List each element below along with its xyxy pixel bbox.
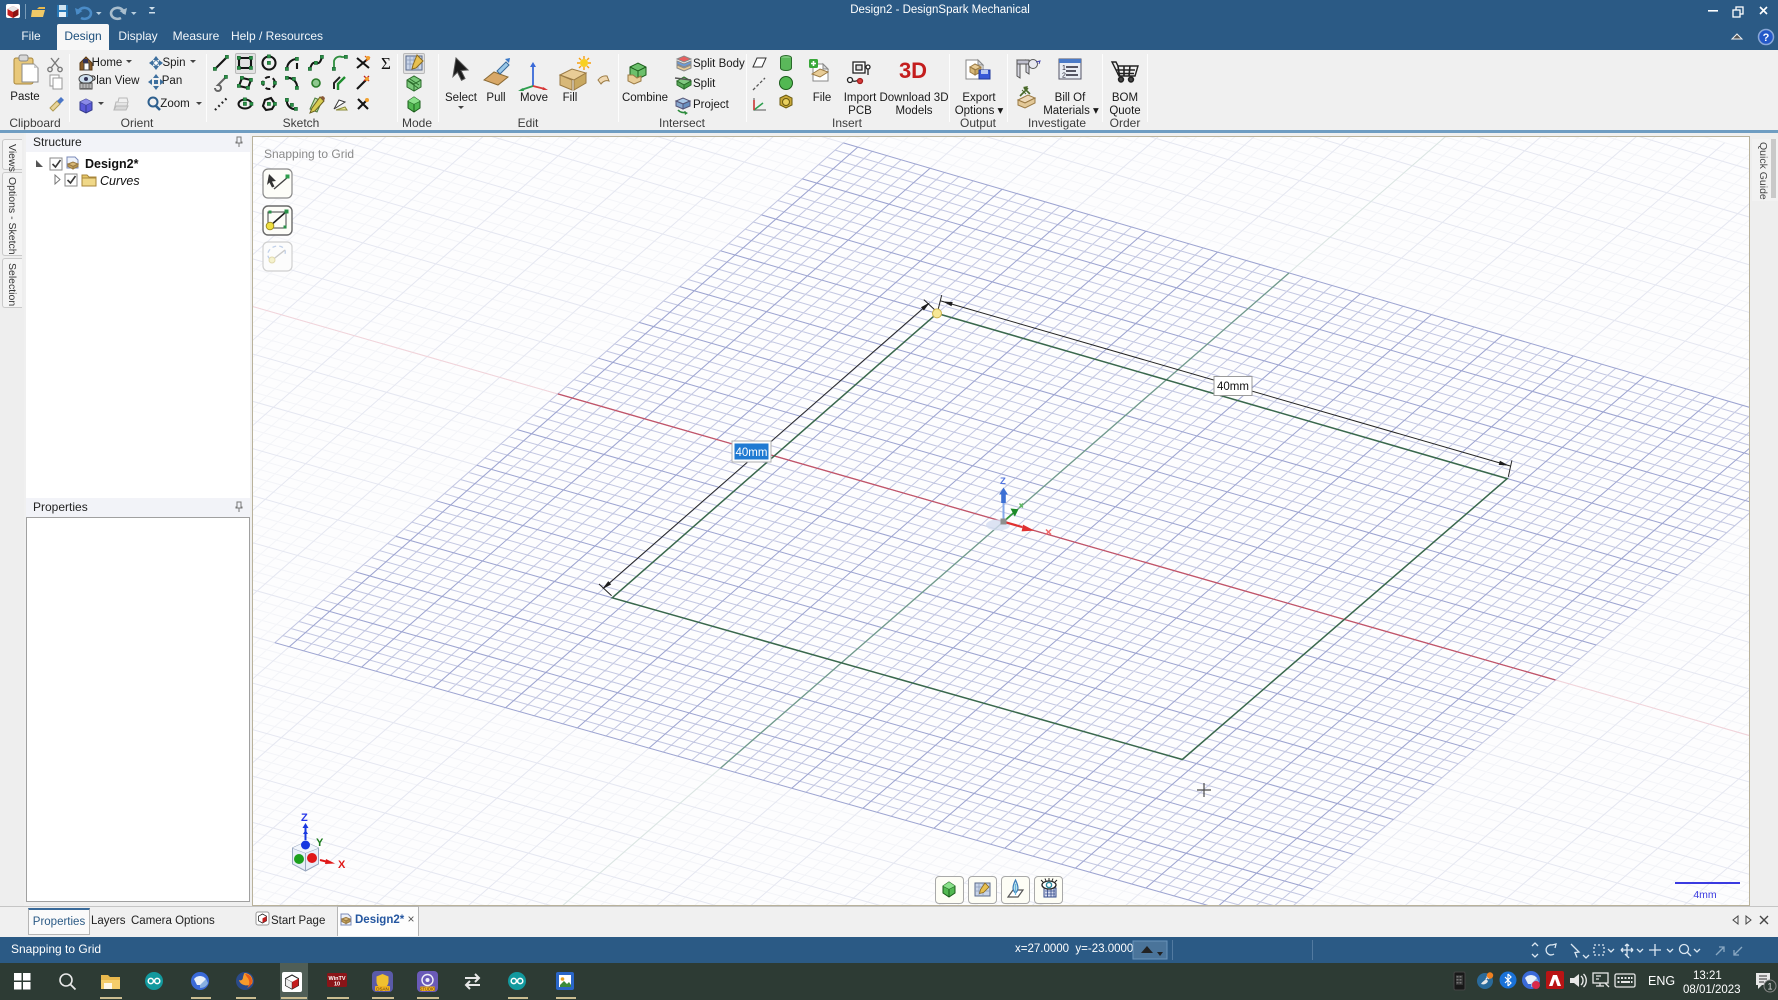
svg-text:1: 1 <box>1767 982 1772 992</box>
svg-text:40mm: 40mm <box>736 447 768 459</box>
svg-text:Σ: Σ <box>381 54 391 73</box>
svg-text:08/01/2023: 08/01/2023 <box>1683 984 1741 996</box>
svg-text:Design2*: Design2* <box>85 157 139 171</box>
svg-text:STUDIO: STUDIO <box>420 987 437 992</box>
svg-text:Y: Y <box>316 837 324 849</box>
svg-text:?: ? <box>1763 32 1770 44</box>
svg-text:Z: Z <box>301 812 308 824</box>
svg-text:13:21: 13:21 <box>1693 970 1722 982</box>
svg-text:10: 10 <box>334 982 340 988</box>
svg-text:Snapping to Grid: Snapping to Grid <box>264 147 354 161</box>
svg-text:2: 2 <box>1062 73 1066 80</box>
svg-text:Curves: Curves <box>100 174 140 188</box>
svg-text:40mm: 40mm <box>1217 381 1249 393</box>
svg-text:X: X <box>338 859 346 871</box>
svg-text:3D: 3D <box>899 58 927 83</box>
svg-text:DSAN: DSAN <box>376 987 389 992</box>
svg-text:1: 1 <box>1062 65 1066 72</box>
svg-text:Z: Z <box>1000 476 1006 487</box>
svg-text:ENG: ENG <box>1648 974 1675 988</box>
svg-text:4mm: 4mm <box>1693 889 1717 901</box>
